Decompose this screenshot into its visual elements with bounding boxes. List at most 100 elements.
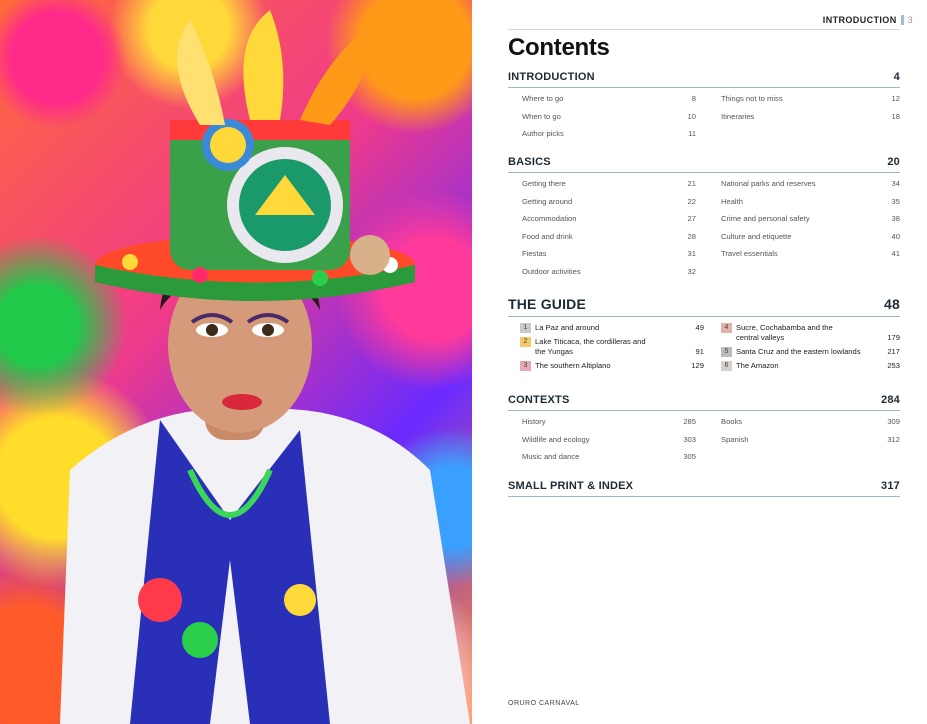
section-heading[interactable]: BASICS 20 [508,156,900,173]
toc-entry[interactable]: Wildlife and ecology 303 [522,433,696,451]
chapter-page: 179 [887,333,900,342]
entry-page: 28 [687,231,696,241]
section-heading[interactable]: THE GUIDE 48 [508,296,900,317]
section-heading[interactable]: INTRODUCTION 4 [508,71,900,88]
toc-entry[interactable]: Food and drink 28 [522,230,696,248]
toc-entry[interactable]: Health 35 [721,195,900,213]
toc-entry[interactable]: Where to go 8 [522,92,696,110]
chapter-title: The southern Altiplano [535,360,611,370]
section-title: THE GUIDE [508,296,587,312]
entry-page: 34 [891,179,900,188]
entry-page: 312 [887,434,900,444]
page-title: Contents [508,34,610,61]
toc-entry[interactable]: Spanish 312 [721,433,900,451]
entry-label: Music and dance [522,452,580,462]
entry-label: Spanish [721,434,749,444]
entry-page: 40 [891,231,900,241]
entry-label: Culture and etiquette [721,231,792,241]
section-small-print: SMALL PRINT & INDEX 317 [508,480,900,497]
contents-page: INTRODUCTION 3 Contents INTRODUCTION 4 W… [472,0,927,724]
entry-label: National parks and reserves [721,179,816,188]
entry-page: 303 [683,434,696,444]
toc-entry[interactable]: History 285 [522,415,696,433]
chapter-page: 253 [887,360,900,370]
chapter-entry[interactable]: 3 The southern Altiplano 129 [520,360,704,371]
running-head-label: INTRODUCTION [822,15,897,25]
section-title: BASICS [508,156,551,168]
entry-label: Author picks [522,129,564,139]
entry-page: 35 [891,196,900,206]
chapter-title: Lake Titicaca, the cordilleras and the Y… [535,337,646,356]
toc-entry[interactable]: Fiestas 31 [522,247,696,265]
chapter-number: 2 [520,337,531,347]
chapter-entry[interactable]: 1 La Paz and around 49 [520,323,704,333]
entry-label: When to go [522,111,561,121]
entry-label: Food and drink [522,231,573,241]
chapter-number: 5 [721,346,732,357]
chapter-number: 3 [520,360,531,371]
entry-page: 12 [891,94,900,103]
chapter-title: Santa Cruz and the eastern lowlands [736,346,861,356]
carnival-dancer-illustration [60,10,470,724]
entry-page: 305 [683,452,696,462]
entry-label: Accommodation [522,214,577,224]
entry-page: 22 [687,196,696,206]
running-head: INTRODUCTION 3 [823,15,913,25]
entry-label: Health [721,196,743,206]
section-title: CONTEXTS [508,394,570,406]
entry-label: Travel essentials [721,249,778,259]
section-page: 48 [884,296,900,312]
cover-photo [0,0,472,724]
chapter-title: The Amazon [736,360,779,370]
toc-entry[interactable]: Crime and personal safety 38 [721,212,900,230]
photo-caption: ORURO CARNAVAL [508,700,580,707]
section-page: 4 [893,71,900,83]
toc-entry[interactable]: Accommodation 27 [522,212,696,230]
chapter-number: 1 [520,323,531,333]
toc-entry[interactable]: Books 309 [721,415,900,433]
toc-entry[interactable]: Getting there 21 [522,177,696,195]
section-introduction: INTRODUCTION 4 Where to go 8 When to go 10… [508,71,900,145]
entry-label: Getting around [522,196,573,206]
entry-label: Books [721,417,743,426]
entry-page: 285 [683,417,696,426]
chapter-page: 129 [691,360,704,370]
chapter-entry[interactable]: 6 The Amazon 253 [721,360,900,371]
toc-entry[interactable]: Culture and etiquette 40 [721,230,900,248]
chapter-number: 6 [721,360,732,371]
section-heading[interactable]: SMALL PRINT & INDEX 317 [508,480,900,497]
toc-entry[interactable]: Getting around 22 [522,195,696,213]
toc-entry[interactable]: Outdoor activities 32 [522,265,696,283]
toc-entry[interactable]: Music and dance 305 [522,450,696,468]
toc-entry[interactable]: When to go 10 [522,110,696,128]
entry-label: History [522,417,546,426]
toc-entry[interactable]: Itineraries 18 [721,110,900,128]
chapter-number: 4 [721,323,732,333]
entry-label: Itineraries [721,111,755,121]
chapter-entry[interactable]: 2 Lake Titicaca, the cordilleras and the … [520,337,704,357]
entry-page: 38 [891,214,900,224]
header-rule [508,29,900,30]
section-title: INTRODUCTION [508,71,595,83]
entry-label: Crime and personal safety [721,214,810,224]
entry-label: Fiestas [522,249,547,259]
entry-page: 41 [891,249,900,259]
section-heading[interactable]: CONTEXTS 284 [508,394,900,411]
toc-entry[interactable]: National parks and reserves 34 [721,177,900,195]
toc-entry[interactable]: Author picks 11 [522,127,696,145]
chapter-page: 49 [695,323,704,332]
chapter-entry[interactable]: 4 Sucre, Cochabamba and the central valle… [721,323,900,343]
entry-page: 8 [691,94,696,103]
entry-page: 31 [687,249,696,259]
entry-page: 32 [687,266,696,276]
chapter-title: Sucre, Cochabamba and the central valley… [736,323,833,342]
running-head-page: 3 [907,15,913,25]
section-basics: BASICS 20 Getting there 21 Getting around… [508,156,900,283]
entry-label: Things not to miss [721,94,783,103]
entry-label: Where to go [522,94,564,103]
toc-entry[interactable]: Things not to miss 12 [721,92,900,110]
section-contexts: CONTEXTS 284 History 285 Wildlife and eco… [508,394,900,468]
chapter-entry[interactable]: 5 Santa Cruz and the eastern lowlands 217 [721,346,900,357]
entry-page: 18 [891,111,900,121]
toc-entry[interactable]: Travel essentials 41 [721,247,900,265]
